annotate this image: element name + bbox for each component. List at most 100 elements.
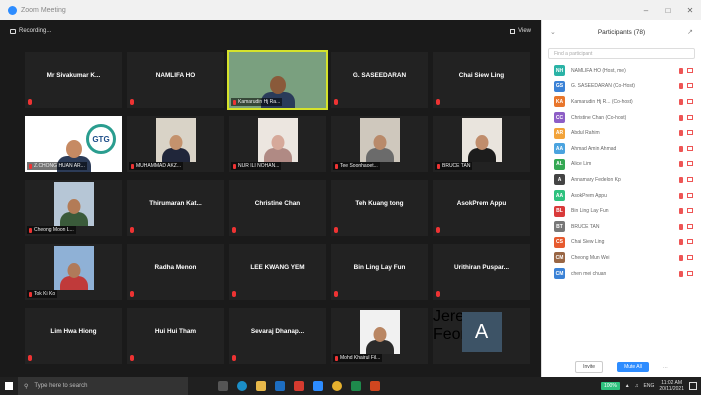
popout-icon[interactable]: ↗	[687, 28, 693, 36]
acrobat-icon[interactable]	[294, 381, 304, 391]
participant-tile[interactable]: Radha Menon	[127, 244, 224, 300]
participant-list-item[interactable]: BT BRUCE TAN	[542, 219, 701, 235]
participant-tile[interactable]: NAMLIFA HO	[127, 52, 224, 108]
participant-tile[interactable]: G. SASEEDARAN	[331, 52, 428, 108]
participant-tile[interactable]: MUHAMMAD AKZ...	[127, 116, 224, 172]
more-icon[interactable]: …	[663, 364, 668, 370]
video-off-icon[interactable]	[687, 254, 693, 260]
participant-tile[interactable]: A Jeremy Feon...	[433, 308, 530, 364]
participant-tile[interactable]: Bin Ling Lay Fun	[331, 244, 428, 300]
participant-tile[interactable]: Tee Soonhaoet...	[331, 116, 428, 172]
participant-list-item[interactable]: AA Ahmad Amin Ahmad	[542, 141, 701, 157]
taskbar-search-input[interactable]: ⚲ Type here to search	[18, 377, 188, 395]
participant-list-item[interactable]: CS Chai Siew Ling	[542, 235, 701, 251]
muted-mic-icon[interactable]	[679, 130, 683, 137]
participant-tile[interactable]: Mr Sivakumar K...	[25, 52, 122, 108]
close-button[interactable]: ✕	[679, 6, 701, 15]
participant-tile[interactable]: Hui Hui Tham	[127, 308, 224, 364]
taskbar-clock[interactable]: 11:02 AM 20/11/2021	[659, 380, 684, 392]
minimize-button[interactable]: –	[635, 6, 657, 15]
participant-list-item[interactable]: CM Cheong Mun Wei	[542, 250, 701, 266]
muted-mic-icon	[232, 291, 236, 297]
chrome-icon[interactable]	[332, 381, 342, 391]
muted-mic-icon[interactable]	[679, 239, 683, 246]
recording-indicator[interactable]: Recording...	[10, 28, 51, 34]
network-icon[interactable]: ▲	[625, 383, 630, 389]
participant-tile[interactable]: Sevaraj Dhanap...	[229, 308, 326, 364]
participant-list-item[interactable]: A Annamary Fedelon Kp	[542, 172, 701, 188]
muted-mic-icon	[29, 163, 32, 169]
outlook-icon[interactable]	[275, 381, 285, 391]
video-off-icon[interactable]	[687, 176, 693, 182]
participant-search-input[interactable]: Find a participant	[548, 48, 695, 59]
video-off-icon[interactable]	[687, 239, 693, 245]
muted-mic-icon[interactable]	[679, 67, 683, 74]
muted-mic-icon[interactable]	[679, 270, 683, 277]
maximize-button[interactable]: □	[657, 6, 679, 15]
volume-icon[interactable]: ♫	[635, 383, 639, 389]
participant-tile[interactable]: Teh Kuang tong	[331, 180, 428, 236]
participant-tile[interactable]: Urithiran Puspar...	[433, 244, 530, 300]
video-off-icon[interactable]	[687, 83, 693, 89]
muted-mic-icon[interactable]	[679, 208, 683, 215]
muted-mic-icon[interactable]	[679, 114, 683, 121]
participant-list-item[interactable]: CM chen mei chuan	[542, 266, 701, 282]
video-off-icon[interactable]	[687, 98, 693, 104]
participant-tile[interactable]: Christine Chan	[229, 180, 326, 236]
muted-mic-icon[interactable]	[679, 192, 683, 199]
participant-list-item[interactable]: GS G. SASEEDARAN (Co-Host)	[542, 79, 701, 95]
battery-indicator[interactable]: 100%	[601, 382, 620, 390]
muted-mic-icon[interactable]	[679, 254, 683, 261]
language-indicator[interactable]: ENG	[644, 383, 655, 389]
video-off-icon[interactable]	[687, 192, 693, 198]
participant-name: Mr Sivakumar K...	[46, 72, 101, 79]
participant-list-item[interactable]: KA Kamarudin Hj R... (Co-host)	[542, 94, 701, 110]
mute-all-button[interactable]: Mute All	[617, 362, 649, 372]
participant-name: Bin Ling Lay Fun	[353, 264, 406, 271]
participant-tile[interactable]: AsokPrem Appu	[433, 180, 530, 236]
excel-icon[interactable]	[351, 381, 361, 391]
participant-tile[interactable]: Thirumaran Kat...	[127, 180, 224, 236]
invite-button[interactable]: Invite	[575, 361, 604, 373]
participant-tile[interactable]: BRUCE TAN	[433, 116, 530, 172]
muted-mic-icon[interactable]	[679, 98, 683, 105]
video-off-icon[interactable]	[687, 145, 693, 151]
file-explorer-icon[interactable]	[256, 381, 266, 391]
participant-list-item[interactable]: NH NAMLIFA HO (Host, me)	[542, 63, 701, 79]
participant-tile[interactable]: GTG Z.CHONG HUAN AR...	[25, 116, 122, 172]
participant-tile[interactable]: Kamarudin Hj Ra...	[227, 50, 328, 110]
muted-mic-icon[interactable]	[679, 161, 683, 168]
participant-tile[interactable]: LEE KWANG YEM	[229, 244, 326, 300]
participant-tile[interactable]: Lim Hwa Hiong	[25, 308, 122, 364]
video-off-icon[interactable]	[687, 67, 693, 73]
muted-mic-icon[interactable]	[679, 83, 683, 90]
participant-tile[interactable]: Tok Ki Ko	[25, 244, 122, 300]
participant-tile[interactable]: Cheong Moon L...	[25, 180, 122, 236]
video-off-icon[interactable]	[687, 114, 693, 120]
view-button[interactable]: View	[510, 28, 531, 34]
participant-list-item[interactable]: AA AsokPrem Appu	[542, 188, 701, 204]
video-off-icon[interactable]	[687, 208, 693, 214]
participant-list-item[interactable]: BL Bin Ling Lay Fun	[542, 203, 701, 219]
participant-tile[interactable]: Mohd Khairul Fil...	[331, 308, 428, 364]
participant-list-item[interactable]: AR Abdul Rahim	[542, 125, 701, 141]
video-off-icon[interactable]	[687, 161, 693, 167]
video-off-icon[interactable]	[687, 223, 693, 229]
participant-list-item[interactable]: CC Christine Chan (Co-host)	[542, 110, 701, 126]
task-view-icon[interactable]	[218, 381, 228, 391]
muted-mic-icon[interactable]	[679, 145, 683, 152]
video-off-icon[interactable]	[687, 270, 693, 276]
muted-mic-icon[interactable]	[679, 223, 683, 230]
participant-tile[interactable]: Chai Siew Ling	[433, 52, 530, 108]
zoom-taskbar-icon[interactable]	[313, 381, 323, 391]
chevron-down-icon[interactable]: ⌄	[550, 28, 556, 36]
participant-initials-avatar: AA	[554, 190, 565, 202]
powerpoint-icon[interactable]	[370, 381, 380, 391]
participant-tile[interactable]: NUR ILI NOHAN...	[229, 116, 326, 172]
muted-mic-icon[interactable]	[679, 176, 683, 183]
participant-list-item[interactable]: AL Alice Lim	[542, 157, 701, 173]
edge-icon[interactable]	[237, 381, 247, 391]
start-button[interactable]	[0, 377, 18, 395]
notification-icon[interactable]	[689, 382, 697, 390]
video-off-icon[interactable]	[687, 130, 693, 136]
